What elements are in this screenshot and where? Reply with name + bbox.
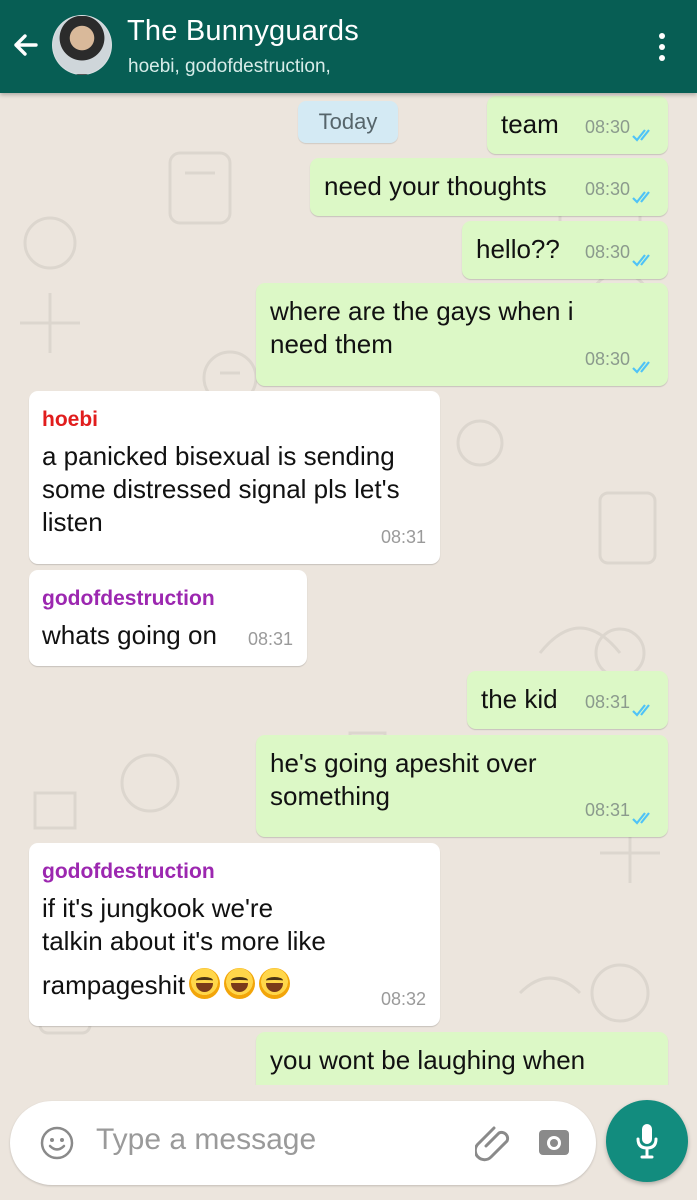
read-receipt-icon	[632, 129, 650, 142]
sender-name[interactable]: godofdestruction	[42, 855, 215, 888]
message-line: he's going apeshit over	[270, 748, 537, 778]
read-receipt-icon	[632, 704, 650, 717]
message-composer: Type a message	[10, 1101, 596, 1185]
read-receipt-icon	[632, 191, 650, 204]
message-time: 08:31	[584, 692, 630, 712]
message-list[interactable]: Today team 08:30 need your thoughts 08:3…	[0, 93, 697, 1085]
message-time: 08:30	[584, 349, 630, 369]
tears-of-joy-emoji-icon	[224, 968, 256, 999]
incoming-message[interactable]: godofdestruction if it's jungkook we're …	[29, 843, 440, 1026]
outgoing-message[interactable]: where are the gays when i need them 08:3…	[256, 283, 668, 386]
chat-header: The Bunnyguards hoebi, godofdestruction,	[0, 0, 697, 93]
message-text: you wont be laughing when	[270, 1045, 586, 1075]
message-emoji-line: rampageshit	[42, 968, 291, 1002]
message-input[interactable]: Type a message	[96, 1123, 316, 1157]
attach-icon[interactable]	[475, 1121, 511, 1165]
emoji-icon[interactable]	[39, 1125, 75, 1161]
chat-title[interactable]: The Bunnyguards	[127, 15, 359, 48]
message-text: need your thoughts	[324, 171, 547, 201]
message-text: the kid	[481, 684, 558, 714]
microphone-icon	[636, 1124, 658, 1159]
outgoing-message[interactable]: you wont be laughing when	[256, 1032, 668, 1085]
chat-members[interactable]: hoebi, godofdestruction,	[128, 56, 331, 78]
outgoing-message[interactable]: need your thoughts 08:30	[310, 158, 668, 216]
message-line: need them	[270, 329, 393, 359]
message-time: 08:31	[380, 527, 426, 547]
read-receipt-icon	[632, 361, 650, 374]
outgoing-message[interactable]: hello?? 08:30	[462, 221, 668, 279]
tears-of-joy-emoji-icon	[259, 968, 291, 999]
outgoing-message[interactable]: team 08:30	[487, 96, 668, 154]
message-time: 08:30	[584, 179, 630, 199]
back-arrow-icon[interactable]	[8, 28, 42, 62]
voice-message-button[interactable]	[606, 1100, 688, 1182]
sender-name[interactable]: hoebi	[42, 403, 98, 436]
more-options-icon[interactable]	[654, 30, 670, 64]
outgoing-message[interactable]: the kid 08:31	[467, 671, 668, 729]
message-time: 08:31	[247, 629, 293, 649]
message-time: 08:30	[584, 242, 630, 262]
message-line: a panicked bisexual is sending	[42, 441, 395, 471]
message-time: 08:30	[584, 117, 630, 137]
sender-name[interactable]: godofdestruction	[42, 582, 215, 615]
camera-icon[interactable]	[535, 1123, 573, 1161]
group-avatar[interactable]	[52, 15, 112, 75]
message-line: some distressed signal pls let's	[42, 474, 400, 504]
message-line: if it's jungkook we're	[42, 893, 274, 923]
date-separator: Today	[298, 101, 398, 143]
incoming-message[interactable]: hoebi a panicked bisexual is sending som…	[29, 391, 440, 564]
incoming-message[interactable]: godofdestruction whats going on 08:31	[29, 570, 307, 666]
message-time: 08:31	[584, 800, 630, 820]
message-line: where are the gays when i	[270, 296, 574, 326]
message-time: 08:32	[380, 989, 426, 1009]
message-line: something	[270, 781, 390, 811]
outgoing-message[interactable]: he's going apeshit over something 08:31	[256, 735, 668, 837]
message-text: hello??	[476, 234, 560, 264]
message-line: listen	[42, 507, 103, 537]
message-text: team	[501, 109, 559, 139]
read-receipt-icon	[632, 254, 650, 267]
tears-of-joy-emoji-icon	[189, 968, 221, 999]
message-line: rampageshit	[42, 970, 186, 1000]
message-text: whats going on	[42, 620, 217, 650]
read-receipt-icon	[632, 812, 650, 825]
message-line: talkin about it's more like	[42, 926, 326, 956]
